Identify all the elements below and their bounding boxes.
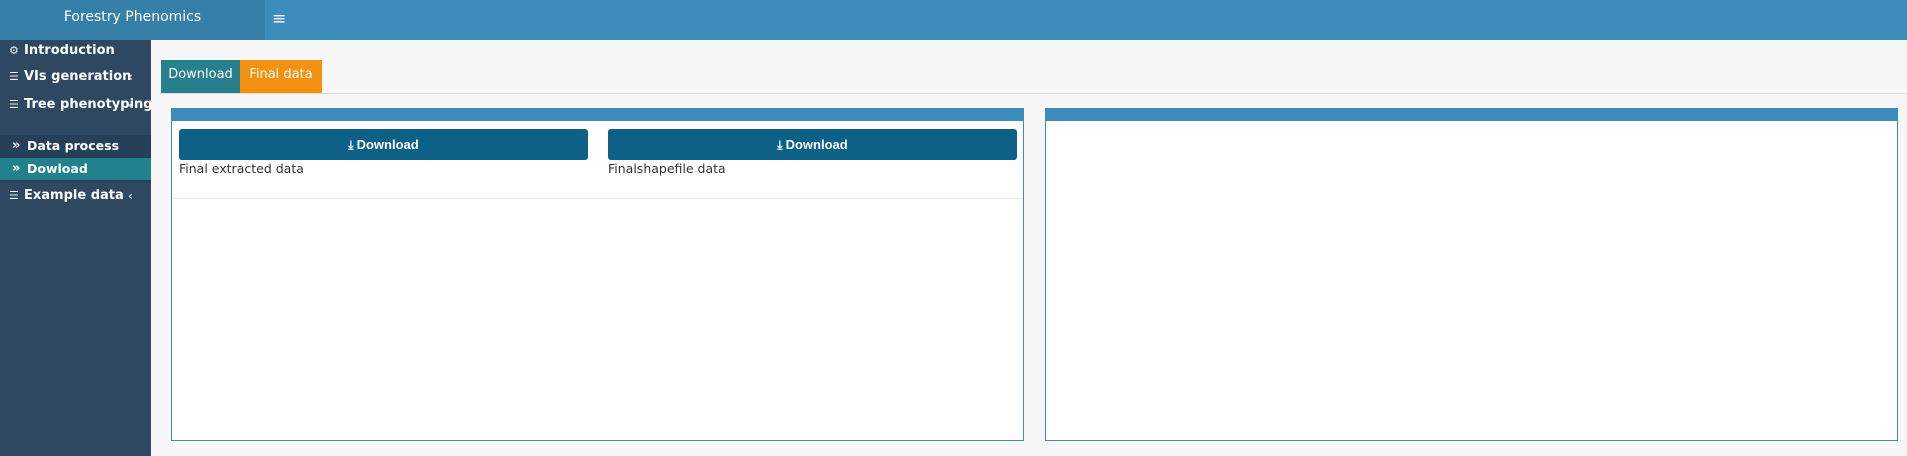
panel-header [171,108,1024,121]
download-caption: Finalshapefile data [608,161,726,176]
sidebar-item-label: Tree phenotyping [24,97,153,112]
sidebar-item-tree-phenotyping[interactable]: ☰ Tree phenotyping ‹ [0,97,153,113]
chevron-left-icon: ‹ [128,98,133,112]
double-chevron-right-icon: » [12,138,21,153]
tabs-divider [160,93,1907,94]
sidebar-subitem-data-process[interactable]: » Data process [0,135,151,157]
top-navbar: Forestry Phenomics ≡ [0,0,1907,40]
download-final-extracted-button[interactable]: ⤓ Download [179,129,588,160]
sidebar: ⚙ Introduction ☰ VIs generation ‹ ☰ Tree… [0,40,153,456]
menu-toggle-icon[interactable]: ≡ [272,9,288,29]
main-content: Download Final data ⤓ Download Final extr… [151,40,1907,456]
sidebar-item-introduction[interactable]: ⚙ Introduction [0,43,151,59]
double-chevron-right-icon: » [12,161,21,176]
sidebar-subitem-label: Data process [27,138,120,153]
sidebar-item-label: Example data [24,188,124,203]
app-title: Forestry Phenomics [0,0,265,40]
download-icon: ⤓ [348,138,354,152]
database-icon: ☰ [9,98,19,111]
tree-phenotyping-submenu: » Data process » Dowload [0,135,151,182]
sidebar-subitem-label: Dowload [27,161,88,176]
chevron-left-icon: ‹ [128,70,133,84]
download-caption: Final extracted data [179,161,304,176]
tab-final-data[interactable]: Final data [240,60,322,93]
sidebar-item-label: Introduction [24,43,115,58]
sidebar-item-label: VIs generation [24,69,132,84]
database-icon: ☰ [9,70,19,83]
chevron-left-icon: ‹ [128,189,133,203]
download-shapefile-button[interactable]: ⤓ Download [608,129,1017,160]
download-icon: ⤓ [777,138,783,152]
download-panel: ⤓ Download Final extracted data ⤓ Download… [171,108,1024,441]
database-icon: ☰ [9,189,19,202]
output-panel [1045,108,1898,441]
button-label: Download [356,137,419,152]
sidebar-subitem-dowload[interactable]: » Dowload [0,158,151,180]
sidebar-item-example-data[interactable]: ☰ Example data ‹ [0,188,151,204]
tab-download[interactable]: Download [161,60,240,93]
panel-divider [172,198,1023,199]
palette-icon: ⚙ [9,44,19,57]
panel-header [1045,108,1898,121]
sidebar-item-vis-generation[interactable]: ☰ VIs generation ‹ [0,69,151,85]
button-label: Download [785,137,848,152]
